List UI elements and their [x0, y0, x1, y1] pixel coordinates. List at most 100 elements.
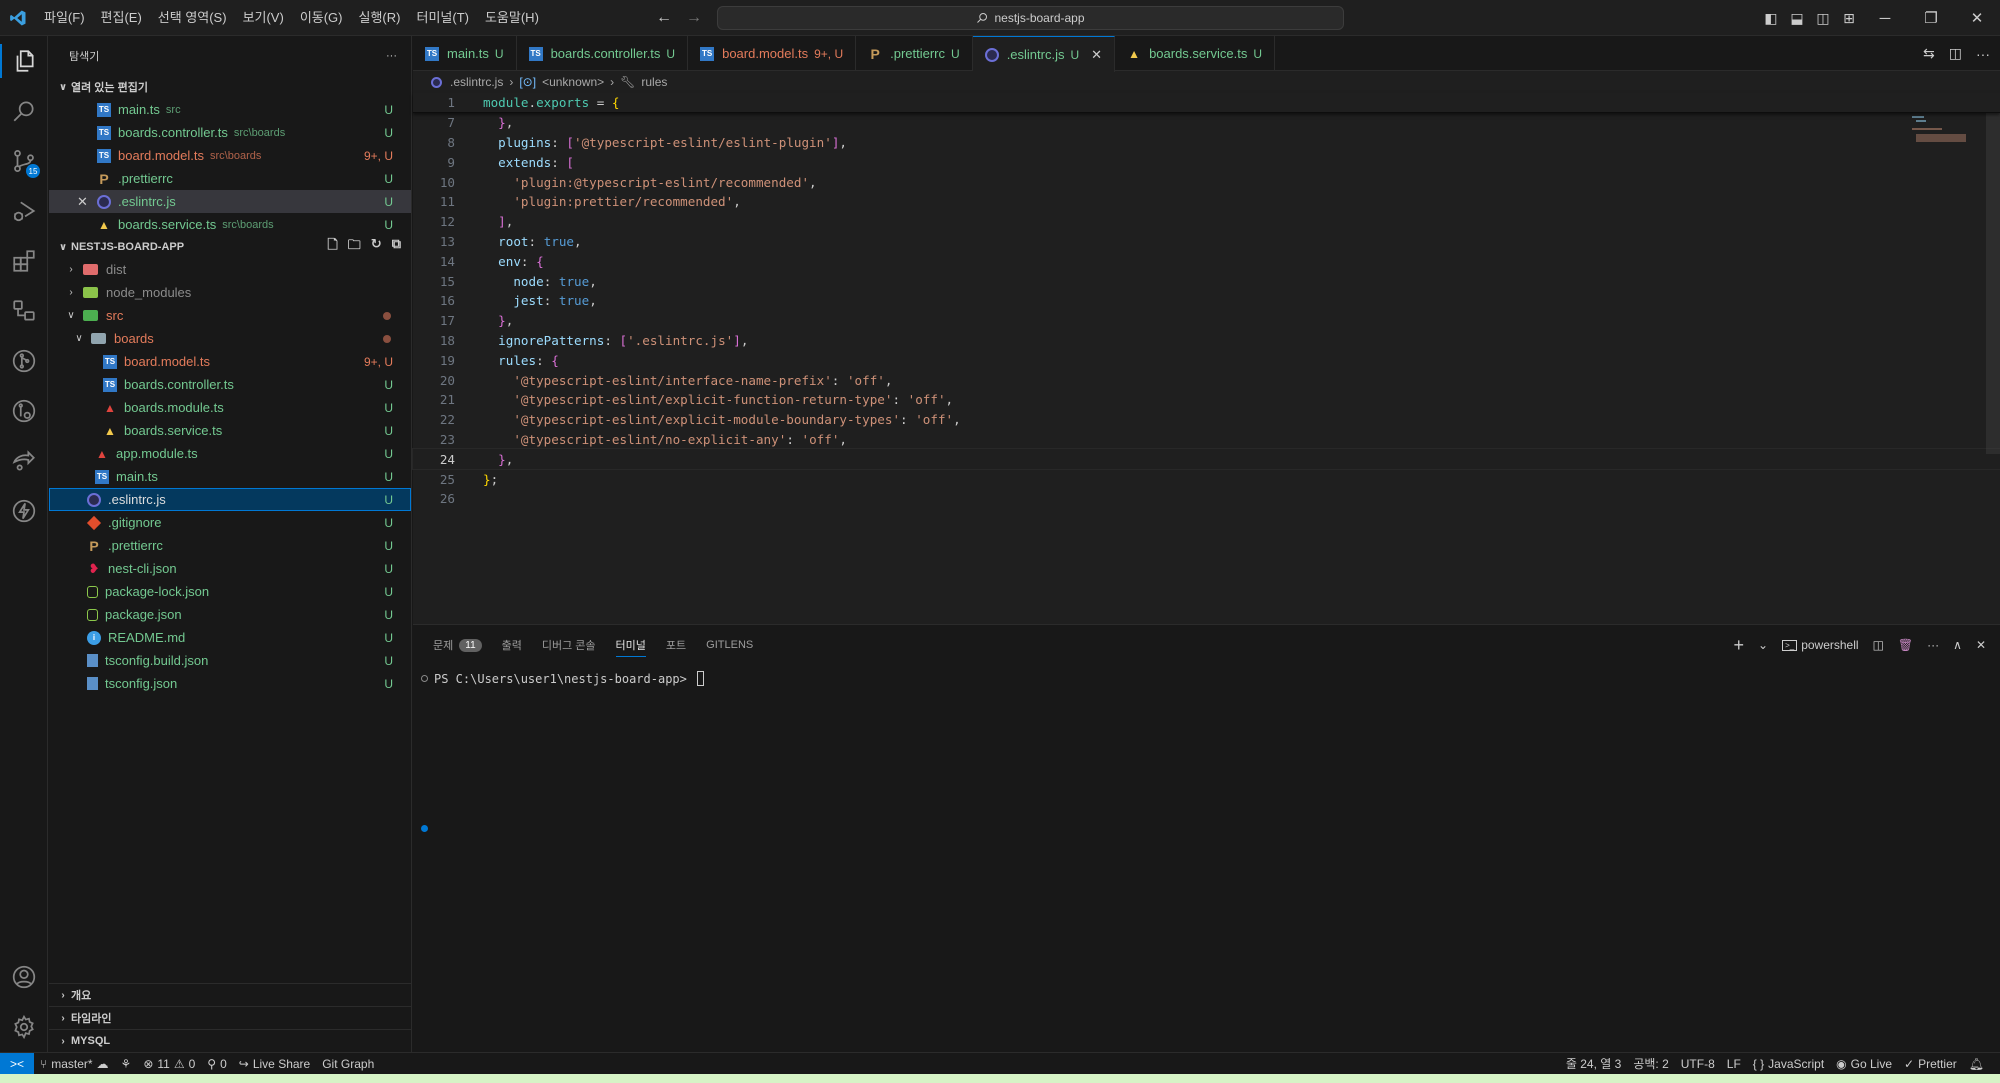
activity-extensions[interactable] [0, 236, 48, 286]
editor-tab[interactable]: TS main.ts U [413, 36, 517, 71]
open-changes-icon[interactable]: ⇆ [1923, 45, 1935, 62]
panel-tab[interactable]: 포트 [666, 625, 686, 665]
file-item[interactable]: package.json U [49, 603, 411, 626]
file-item[interactable]: TS board.model.ts 9+, U [49, 350, 411, 373]
terminal[interactable]: PS C:\Users\user1\nestjs-board-app> [413, 671, 2000, 686]
minimize-button[interactable]: ─ [1862, 10, 1908, 27]
notifications-bell-icon[interactable]: 🔔︎ [1963, 1057, 1990, 1071]
folder-item[interactable]: › node_modules [49, 281, 411, 304]
terminal-instance[interactable]: >_ powershell [1782, 638, 1859, 652]
file-item[interactable]: package-lock.json U [49, 580, 411, 603]
file-item[interactable]: TS main.ts U [49, 465, 411, 488]
menu-item[interactable]: 실행(R) [351, 0, 409, 36]
panel-tab[interactable]: GITLENS [706, 625, 753, 665]
open-editor-item[interactable]: P .prettierrc U [49, 167, 411, 190]
open-editor-item[interactable]: ✕ .eslintrc.js U [49, 190, 411, 213]
editor-tab[interactable]: P .prettierrc U [856, 36, 973, 71]
terminal-dropdown-icon[interactable]: ⌄ [1758, 638, 1768, 652]
panel-tab[interactable]: 출력 [502, 625, 522, 665]
file-item[interactable]: ▲ boards.module.ts U [49, 396, 411, 419]
close-tab-icon[interactable]: ✕ [1091, 47, 1102, 63]
activity-live-share[interactable] [0, 436, 48, 486]
encoding[interactable]: UTF-8 [1675, 1057, 1721, 1071]
problems-indicator[interactable]: ⊗ 11 ⚠ 0 [137, 1057, 201, 1071]
breadcrumb-property[interactable]: rules [641, 75, 667, 89]
customize-layout-icon[interactable]: ⊞ [1836, 10, 1862, 27]
menu-item[interactable]: 터미널(T) [408, 0, 476, 36]
open-editor-item[interactable]: TS main.ts src U [49, 98, 411, 121]
explorer-more-actions[interactable]: ··· [386, 50, 397, 62]
file-item[interactable]: ❥ nest-cli.json U [49, 557, 411, 580]
file-item[interactable]: ▲ app.module.ts U [49, 442, 411, 465]
end-of-line[interactable]: LF [1721, 1057, 1747, 1071]
file-item[interactable]: tsconfig.json U [49, 672, 411, 695]
close-icon[interactable]: ✕ [77, 194, 88, 210]
forward-arrow-icon[interactable]: → [686, 9, 702, 27]
cursor-position[interactable]: 줄 24, 열 3 [1560, 1055, 1627, 1072]
collapsed-section-header[interactable]: › 개요 [49, 983, 412, 1006]
activity-manage[interactable] [0, 1002, 48, 1052]
split-terminal-icon[interactable]: ◫ [1873, 638, 1884, 652]
editor-tab[interactable]: TS board.model.ts 9+, U [688, 36, 857, 71]
remote-indicator-icon[interactable]: >< [0, 1052, 34, 1075]
editor-more-actions-icon[interactable]: ··· [1976, 46, 1990, 62]
activity-gitlens[interactable] [0, 336, 48, 386]
panel-tab[interactable]: 문제 11 [433, 625, 482, 665]
activity-search[interactable] [0, 86, 48, 136]
file-item[interactable]: tsconfig.build.json U [49, 649, 411, 672]
git-branch[interactable]: ⑂ master* ☁ [34, 1057, 115, 1071]
editor-tab[interactable]: TS boards.controller.ts U [517, 36, 689, 71]
editor-tab[interactable]: .eslintrc.js U ✕ [972, 36, 1116, 72]
new-terminal-icon[interactable]: + [1733, 635, 1744, 656]
file-item[interactable]: P .prettierrc U [49, 534, 411, 557]
activity-accounts[interactable] [0, 952, 48, 1002]
folder-item[interactable]: › dist [49, 258, 411, 281]
activity-gitlens-inspect[interactable] [0, 386, 48, 436]
menu-item[interactable]: 보기(V) [235, 0, 292, 36]
open-editors-section-header[interactable]: ∨ 열려 있는 편집기 [49, 76, 411, 98]
toggle-panel-icon[interactable]: ⬓ [1784, 10, 1810, 27]
panel-tab[interactable]: 디버그 콘솔 [542, 625, 596, 665]
file-item[interactable]: .eslintrc.js U [49, 488, 411, 511]
command-center-search[interactable]: nestjs-board-app [717, 6, 1344, 30]
git-graph-button[interactable]: Git Graph [316, 1057, 380, 1071]
activity-thunder-client[interactable] [0, 486, 48, 536]
ports-indicator[interactable]: ⚲ 0 [201, 1057, 232, 1071]
back-arrow-icon[interactable]: ← [656, 9, 672, 27]
close-window-button[interactable]: ✕ [1954, 9, 2000, 27]
trash-icon[interactable]: 🗑︎ [1898, 638, 1913, 652]
editor-scrollbar[interactable] [1986, 94, 2000, 454]
open-editor-item[interactable]: ▲ boards.service.ts src\boards U [49, 213, 411, 236]
new-file-icon[interactable]: 🗋 [327, 236, 337, 258]
editor-tab[interactable]: ▲ boards.service.ts U [1115, 36, 1275, 71]
collapsed-section-header[interactable]: › MYSQL [49, 1029, 412, 1052]
prettier-status[interactable]: ✓ Prettier [1898, 1057, 1963, 1071]
menu-item[interactable]: 선택 영역(S) [150, 0, 235, 36]
gitlens-status-icon[interactable]: ⚘ [115, 1057, 138, 1071]
code-editor[interactable]: 1 module.exports = {7 }, 8 plugins: ['@typ… [412, 93, 2000, 509]
go-live-button[interactable]: ◉ Go Live [1830, 1057, 1898, 1071]
activity-run-debug[interactable] [0, 186, 48, 236]
collapse-all-icon[interactable]: ⧉ [392, 236, 401, 258]
toggle-primary-sidebar-icon[interactable]: ◧ [1758, 10, 1784, 27]
maximize-panel-icon[interactable]: ∧ [1953, 638, 1962, 652]
language-mode[interactable]: { } JavaScript [1747, 1057, 1830, 1071]
menu-item[interactable]: 파일(F) [36, 0, 93, 36]
breadcrumb-object[interactable]: <unknown> [542, 75, 604, 89]
indentation[interactable]: 공백: 2 [1627, 1055, 1674, 1072]
menu-item[interactable]: 이동(G) [292, 0, 351, 36]
breadcrumb-file[interactable]: .eslintrc.js [450, 75, 503, 89]
refresh-icon[interactable]: ↻ [371, 236, 382, 258]
project-section-header[interactable]: ∨ NESTJS-BOARD-APP 🗋 🗀 ↻ ⧉ [49, 236, 411, 258]
activity-remote-explorer[interactable] [0, 286, 48, 336]
folder-item[interactable]: ∨ boards [49, 327, 411, 350]
panel-tab[interactable]: 터미널 [615, 625, 647, 665]
split-editor-icon[interactable]: ◫ [1949, 45, 1962, 62]
close-panel-icon[interactable]: ✕ [1976, 638, 1986, 652]
file-item[interactable]: TS boards.controller.ts U [49, 373, 411, 396]
menu-item[interactable]: 편집(E) [93, 0, 150, 36]
folder-item[interactable]: ∨ src [49, 304, 411, 327]
open-editor-item[interactable]: TS boards.controller.ts src\boards U [49, 121, 411, 144]
menu-item[interactable]: 도움말(H) [477, 0, 547, 36]
activity-explorer[interactable] [0, 36, 48, 86]
